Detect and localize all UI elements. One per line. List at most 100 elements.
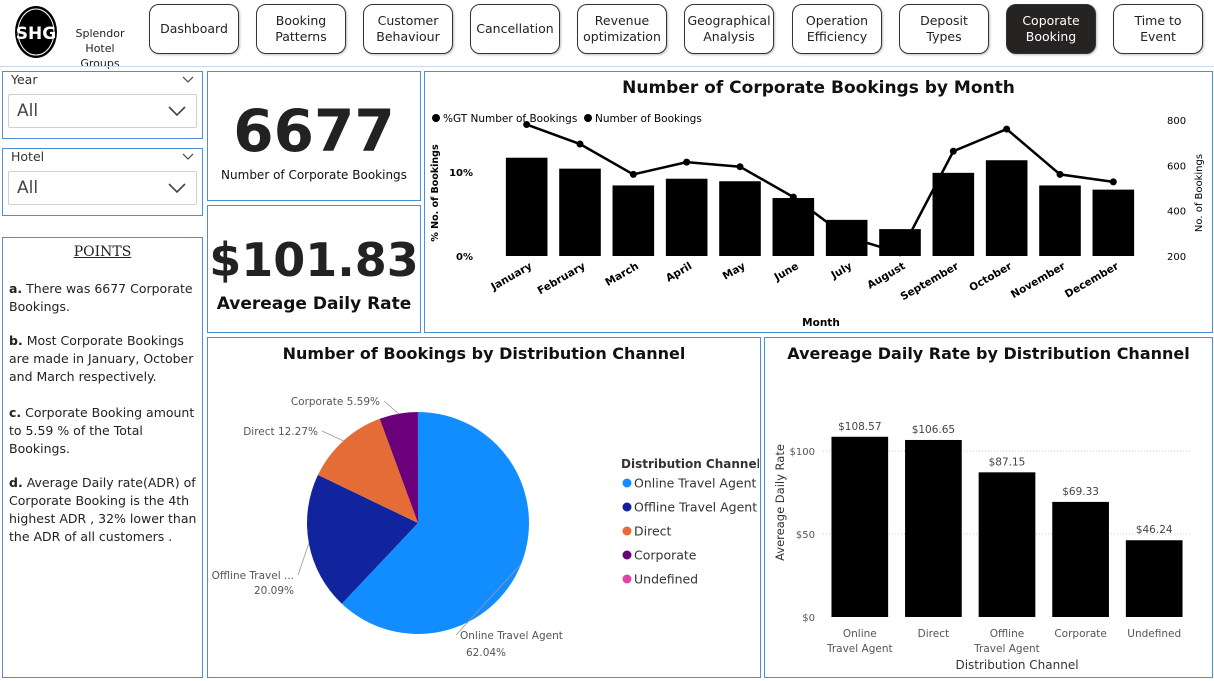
- nav-cancellation-button[interactable]: Cancellation: [470, 4, 560, 54]
- nav-time-to-event-button[interactable]: Time to Event: [1113, 4, 1203, 54]
- year-dropdown-value: All: [17, 101, 39, 121]
- bar-may: [719, 181, 761, 256]
- nav-label: Booking: [275, 13, 327, 28]
- chevron-down-icon[interactable]: [182, 74, 194, 84]
- nav-label: Coporate: [1022, 13, 1080, 28]
- logo-text: SHG: [16, 24, 56, 44]
- bar-value-label: $46.24: [1136, 524, 1173, 536]
- y2-tick-label: 200: [1167, 252, 1186, 263]
- y-axis-label: % No. of Bookings: [430, 144, 441, 242]
- pie-data-label: 62.04%: [466, 647, 506, 659]
- year-slicer: Year All: [2, 71, 203, 139]
- hotel-dropdown[interactable]: All: [8, 171, 197, 205]
- y-tick-label: $100: [790, 447, 815, 458]
- nav-customer-behaviour-button[interactable]: Customer Behaviour: [363, 4, 453, 54]
- bar-april: [665, 178, 708, 256]
- nav-label: Behaviour: [376, 29, 440, 44]
- x-tick-label: August: [865, 260, 907, 291]
- year-slicer-label: Year: [11, 72, 38, 87]
- adr-kpi-label: Avereage Daily Rate: [216, 294, 412, 314]
- legend-label: Undefined: [634, 572, 698, 587]
- pie-leader-line: [297, 543, 310, 576]
- line-point-march: [629, 170, 637, 178]
- dashboard-app: SHG Splendor Hotel Groups Dashboard Book…: [0, 0, 1214, 681]
- y-tick-label: 10%: [449, 168, 473, 179]
- bar-march: [612, 185, 655, 256]
- brand-line-2: Groups: [80, 57, 120, 70]
- pie-data-label: Offline Travel ...: [212, 570, 294, 582]
- distribution-pie-plot: Online Travel Agent 62.04% Offline Travel …: [212, 396, 759, 659]
- x-tick-label: November: [1009, 260, 1068, 301]
- hotel-slicer: Hotel All: [2, 148, 203, 216]
- legend-marker: [622, 550, 632, 560]
- bar-online-travel-agent: [831, 436, 889, 617]
- distribution-pie-chart: Number of Bookings by Distribution Chann…: [207, 337, 761, 678]
- hotel-dropdown-value: All: [17, 178, 39, 198]
- nav-label: Operation: [805, 13, 869, 28]
- legend-label: Corporate: [634, 548, 697, 563]
- x-tick-label: May: [721, 260, 748, 282]
- nav-corporate-booking-button[interactable]: Coporate Booking: [1006, 4, 1096, 54]
- line-point-january: [523, 121, 531, 129]
- x-tick-label: Corporate: [1054, 628, 1107, 640]
- chevron-down-icon[interactable]: [182, 151, 194, 161]
- bookings-kpi-card: 6677 Number of Corporate Bookings: [207, 71, 421, 201]
- legend-label: Offline Travel Agent: [634, 500, 757, 515]
- nav-label: Revenue: [594, 13, 650, 28]
- nav-label: optimization: [583, 29, 661, 44]
- line-point-february: [576, 140, 584, 148]
- nav-revenue-optimization-button[interactable]: Revenue optimization: [577, 4, 667, 54]
- legend-marker: [622, 478, 632, 488]
- monthly-bookings-plot: %GT Number of Bookings Number of Bookings…: [430, 113, 1205, 329]
- nav-label: Efficiency: [806, 29, 868, 44]
- bar-february: [559, 168, 601, 256]
- x-tick-label: Direct: [918, 628, 949, 640]
- nav-operation-efficiency-button[interactable]: Operation Efficiency: [792, 4, 882, 54]
- nav-label: Customer: [377, 13, 439, 28]
- nav-dashboard-button[interactable]: Dashboard: [149, 4, 239, 54]
- bar-december: [1092, 189, 1135, 256]
- point-text: Corporate Booking amount to 5.59 % of th…: [9, 405, 195, 456]
- bar-direct: [905, 439, 962, 617]
- y2-axis-label: No. of Bookings: [1194, 154, 1205, 232]
- adr-kpi-card: $101.83 Avereage Daily Rate: [207, 205, 421, 333]
- chevron-down-icon: [168, 183, 186, 194]
- nav-label: Patterns: [275, 29, 327, 44]
- bar-september: [932, 172, 975, 256]
- line-point-june: [789, 193, 797, 201]
- x-axis-label: Month: [802, 317, 840, 329]
- y2-tick-label: 800: [1167, 116, 1186, 127]
- legend-marker: [622, 526, 632, 536]
- point-item: d. Average Daily rate(ADR) of Corporate …: [9, 474, 199, 546]
- legend-label: %GT Number of Bookings: [443, 113, 577, 125]
- nav-label: Booking: [1025, 29, 1077, 44]
- bar-offline-travel-agent: [978, 472, 1036, 617]
- x-tick-label: February: [535, 260, 587, 297]
- nav-deposit-types-button[interactable]: Deposit Types: [899, 4, 989, 54]
- point-marker: b.: [9, 333, 23, 348]
- bar-october: [985, 160, 1028, 256]
- y2-tick-label: 400: [1167, 207, 1186, 218]
- point-item: c. Corporate Booking amount to 5.59 % of…: [9, 404, 199, 458]
- legend-label: Online Travel Agent: [634, 476, 757, 491]
- line-point-april: [683, 158, 691, 166]
- nav-booking-patterns-button[interactable]: Booking Patterns: [256, 4, 346, 54]
- header-divider: [0, 66, 1214, 67]
- point-item: a. There was 6677 Corporate Bookings.: [9, 280, 199, 316]
- point-marker: d.: [9, 475, 23, 490]
- line-point-september: [949, 147, 957, 155]
- bar-value-label: $108.57: [838, 421, 881, 433]
- nav-label: Time to Event: [1134, 13, 1182, 44]
- bar-undefined: [1125, 540, 1183, 617]
- point-text: There was 6677 Corporate Bookings.: [9, 281, 193, 314]
- splendor-logo: SHG: [15, 6, 57, 58]
- year-dropdown[interactable]: All: [8, 94, 197, 128]
- y-tick-label: 0%: [456, 252, 473, 263]
- line-point-august: [896, 249, 904, 257]
- bar-january: [505, 157, 548, 256]
- nav-geographical-analysis-button[interactable]: Geographical Analysis: [684, 4, 774, 54]
- legend-label: Direct: [634, 524, 672, 539]
- x-tick-label: Offline: [990, 628, 1024, 640]
- bar-value-label: $69.33: [1062, 486, 1099, 498]
- line-point-may: [736, 163, 744, 171]
